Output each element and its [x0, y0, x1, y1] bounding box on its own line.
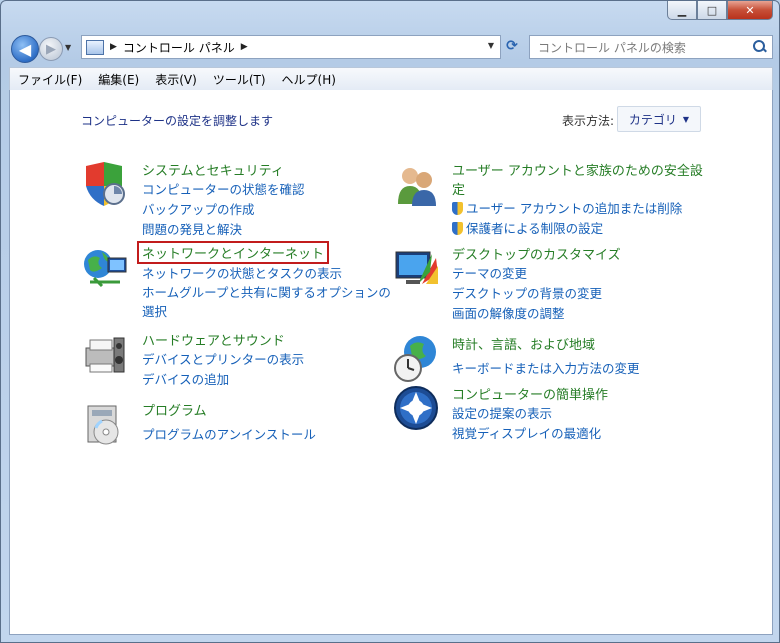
system-security-icon [86, 162, 125, 206]
page-title: コンピューターの設定を調整します [81, 114, 274, 128]
category-ease-of-access: コンピューターの簡単操作 設定の提案の表示 視覚ディスプレイの最適化 [392, 384, 722, 444]
link-add-remove-accounts-label: ユーザー アカウントの追加または削除 [466, 201, 683, 216]
category-title-clock[interactable]: 時計、言語、および地域 [452, 334, 595, 353]
category-network-internet: ネットワークとインターネット ネットワークの状態とタスクの表示 ホームグループと… [80, 241, 400, 324]
link-devices-printers[interactable]: デバイスとプリンターの表示 [142, 349, 304, 368]
uac-shield-icon [452, 222, 463, 235]
refresh-icon[interactable]: ⟳ [501, 35, 523, 57]
category-title-hardware[interactable]: ハードウェアとサウンド [142, 330, 285, 349]
link-parental-controls[interactable]: 保護者による制限の設定 [452, 218, 603, 237]
network-globe-icon [84, 250, 127, 288]
window-caption-buttons: ▁ □ ✕ [667, 1, 773, 20]
menu-bar: ファイル(F) 編集(E) 表示(V) ツール(T) ヘルプ(H) [9, 67, 773, 91]
programs-icon [87, 405, 119, 445]
link-suggested-settings[interactable]: 設定の提案の表示 [452, 403, 552, 422]
maximize-button[interactable]: □ [697, 1, 727, 20]
link-check-status[interactable]: コンピューターの状態を確認 [142, 179, 305, 198]
close-button[interactable]: ✕ [727, 1, 773, 20]
link-homegroup-options[interactable]: ホームグループと共有に関するオプションの [142, 282, 391, 301]
category-programs: プログラム プログラムのアンインストール [80, 400, 380, 450]
category-appearance: デスクトップのカスタマイズ テーマの変更 デスクトップの背景の変更 画面の解像度… [392, 244, 722, 322]
menu-help[interactable]: ヘルプ(H) [274, 71, 344, 88]
control-panel-icon [86, 39, 104, 55]
search-icon[interactable] [752, 39, 768, 55]
link-uninstall-program[interactable]: プログラムのアンインストール [142, 424, 316, 443]
link-add-remove-accounts[interactable]: ユーザー アカウントの追加または削除 [452, 198, 682, 217]
search-box[interactable]: コントロール パネルの検索 [529, 35, 773, 59]
link-homegroup-options-cont[interactable]: 選択 [142, 301, 167, 320]
content-area: コンピューターの設定を調整します 表示方法: カテゴリ ▼ システムとセキュリテ… [9, 90, 773, 635]
view-by-label: 表示方法: [562, 114, 615, 128]
link-parental-controls-label: 保護者による制限の設定 [466, 221, 604, 236]
chevron-down-icon: ▼ [682, 114, 690, 124]
category-system-security: システムとセキュリティ コンピューターの状態を確認 バックアップの作成 問題の発… [80, 160, 380, 238]
category-title-users-cont[interactable]: 定 [452, 179, 465, 198]
ease-of-access-icon [394, 386, 438, 430]
clock-globe-icon [394, 336, 436, 382]
minimize-button[interactable]: ▁ [667, 1, 697, 20]
uac-shield-icon [452, 202, 463, 215]
link-adjust-resolution[interactable]: 画面の解像度の調整 [452, 303, 565, 322]
category-title-network[interactable]: ネットワークとインターネット [137, 241, 330, 264]
chevron-right-icon[interactable]: ▶ [241, 42, 248, 52]
category-title-ease[interactable]: コンピューターの簡単操作 [452, 384, 608, 403]
menu-view[interactable]: 表示(V) [147, 71, 205, 88]
link-change-keyboard[interactable]: キーボードまたは入力方法の変更 [452, 358, 640, 377]
link-change-theme[interactable]: テーマの変更 [452, 263, 527, 282]
view-by-dropdown[interactable]: カテゴリ ▼ [617, 106, 701, 132]
link-create-backup[interactable]: バックアップの作成 [142, 199, 255, 218]
address-bar[interactable]: ▶ コントロール パネル ▶ ▼ [81, 35, 501, 59]
link-optimize-display[interactable]: 視覚ディスプレイの最適化 [452, 423, 601, 442]
category-hardware-sound: ハードウェアとサウンド デバイスとプリンターの表示 デバイスの追加 [80, 330, 380, 390]
recent-pages-dropdown[interactable]: ▼ [65, 43, 71, 52]
category-title-appearance[interactable]: デスクトップのカスタマイズ [452, 244, 621, 263]
users-icon [398, 168, 436, 206]
address-path[interactable]: コントロール パネル [123, 39, 235, 56]
back-button[interactable]: ◀ [11, 35, 39, 63]
chevron-right-icon[interactable]: ▶ [110, 42, 117, 52]
navigation-bar: ◀ ▶ ▼ ▶ コントロール パネル ▶ ▼ ⟳ コントロール パネルの検索 [1, 29, 779, 65]
category-clock-language-region: 時計、言語、および地域 キーボードまたは入力方法の変更 [392, 334, 722, 384]
menu-file[interactable]: ファイル(F) [10, 71, 90, 88]
link-change-background[interactable]: デスクトップの背景の変更 [452, 283, 602, 302]
control-panel-window: ▁ □ ✕ ◀ ▶ ▼ ▶ コントロール パネル ▶ ▼ ⟳ コントロール パネ… [0, 0, 780, 643]
link-troubleshoot[interactable]: 問題の発見と解決 [142, 219, 242, 238]
address-dropdown-icon[interactable]: ▼ [488, 41, 494, 50]
search-input[interactable]: コントロール パネルの検索 [538, 39, 752, 56]
link-add-device[interactable]: デバイスの追加 [142, 369, 229, 388]
printer-icon [85, 337, 125, 373]
category-title-users[interactable]: ユーザー アカウントと家族のための安全設 [452, 160, 703, 179]
category-title-programs[interactable]: プログラム [142, 400, 207, 419]
category-title-system[interactable]: システムとセキュリティ [142, 160, 284, 179]
menu-tools[interactable]: ツール(T) [205, 71, 274, 88]
desktop-customize-icon [395, 251, 438, 284]
forward-button[interactable]: ▶ [39, 37, 63, 61]
category-user-accounts: ユーザー アカウントと家族のための安全設 定 ユーザー アカウントの追加または削… [392, 160, 722, 236]
view-by-value: カテゴリ [628, 112, 677, 127]
menu-edit[interactable]: 編集(E) [90, 71, 147, 88]
link-network-status[interactable]: ネットワークの状態とタスクの表示 [142, 263, 342, 282]
